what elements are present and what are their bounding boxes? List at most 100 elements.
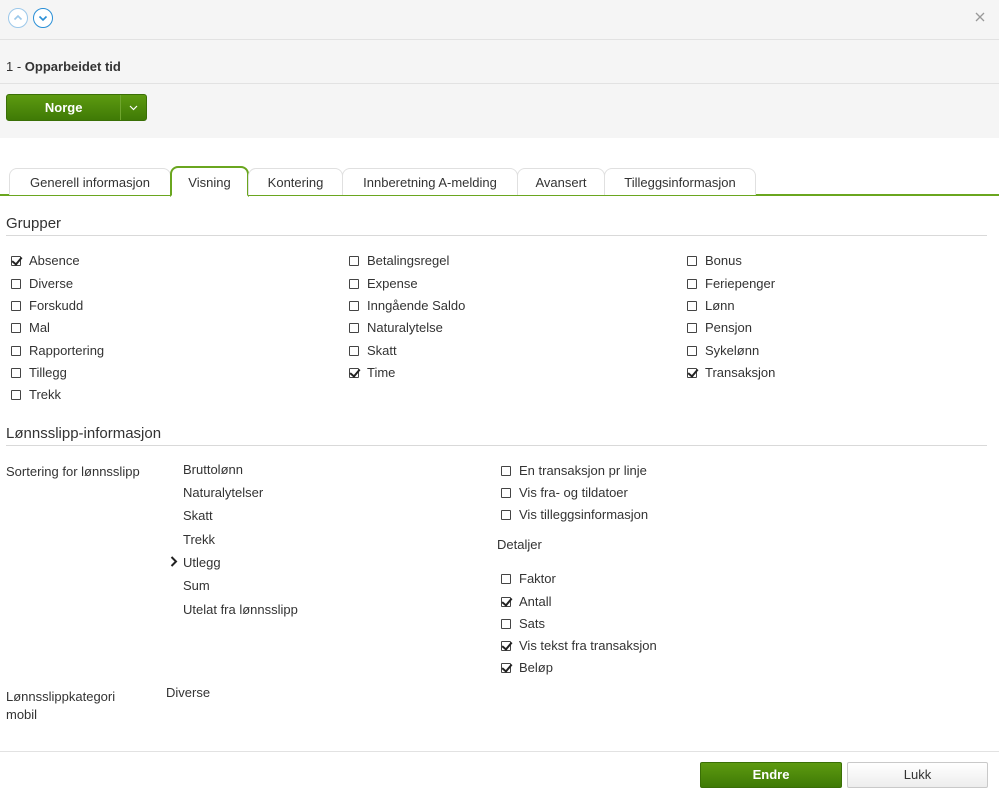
checkbox[interactable] [687, 278, 697, 289]
checkbox[interactable] [11, 300, 21, 311]
checkbox[interactable] [687, 300, 697, 311]
group-checkbox-naturalytelse[interactable]: Naturalytelse [349, 320, 443, 335]
tab-innberetning-a-melding[interactable]: Innberetning A-melding [342, 168, 518, 195]
endre-button[interactable]: Endre [700, 762, 842, 788]
group-checkbox-transaksjon[interactable]: Transaksjon [687, 365, 775, 380]
previous-record-button[interactable] [8, 8, 28, 28]
detalj-antall[interactable]: Antall [501, 594, 552, 609]
record-name: Opparbeidet tid [24, 59, 121, 74]
group-checkbox-diverse[interactable]: Diverse [11, 276, 73, 291]
checkbox[interactable] [687, 367, 697, 378]
tab-tilleggsinformasjon[interactable]: Tilleggsinformasjon [604, 168, 756, 195]
checkbox-label: En transaksjon pr linje [519, 463, 647, 478]
group-checkbox-mal[interactable]: Mal [11, 320, 50, 335]
checkbox[interactable] [11, 345, 21, 356]
checkbox[interactable] [11, 255, 21, 266]
tab-generell-informasjon[interactable]: Generell informasjon [9, 168, 171, 195]
checkbox-label: Bonus [705, 253, 742, 268]
group-checkbox-feriepenger[interactable]: Feriepenger [687, 276, 775, 291]
checkbox-label: Inngående Saldo [367, 298, 466, 313]
group-checkbox-time[interactable]: Time [349, 365, 395, 380]
checkbox[interactable] [501, 662, 511, 673]
record-number: 1 - [6, 59, 25, 74]
lukk-button[interactable]: Lukk [847, 762, 988, 788]
checkbox[interactable] [11, 278, 21, 289]
group-checkbox-pensjon[interactable]: Pensjon [687, 320, 752, 335]
group-checkbox-absence[interactable]: Absence [11, 253, 80, 268]
checkbox-label: Betalingsregel [367, 253, 450, 268]
country-split-button: Norge [6, 94, 147, 121]
checkbox[interactable] [501, 573, 511, 584]
detalj-faktor[interactable]: Faktor [501, 571, 556, 586]
checkbox[interactable] [349, 278, 359, 289]
detalj-belop[interactable]: Beløp [501, 660, 553, 675]
checkbox[interactable] [501, 487, 511, 498]
checkbox[interactable] [687, 345, 697, 356]
group-checkbox-rapportering[interactable]: Rapportering [11, 343, 104, 358]
tab-visning[interactable]: Visning [170, 166, 249, 197]
checkbox-label: Trekk [29, 387, 62, 402]
tab-bar: Generell informasjon Visning Kontering I… [0, 166, 999, 197]
grupper-heading: Grupper [6, 215, 62, 232]
checkbox-label: Pensjon [705, 320, 752, 335]
detalj-sats[interactable]: Sats [501, 616, 545, 631]
checkbox[interactable] [687, 255, 697, 266]
tab-avansert[interactable]: Avansert [517, 168, 605, 195]
checkbox[interactable] [11, 322, 21, 333]
tab-kontering[interactable]: Kontering [248, 168, 343, 195]
group-checkbox-lonn[interactable]: Lønn [687, 298, 735, 313]
group-checkbox-trekk[interactable]: Trekk [11, 387, 61, 402]
checkbox[interactable] [501, 596, 511, 607]
checkbox-label: Faktor [519, 571, 556, 586]
checkbox-label: Transaksjon [705, 365, 776, 380]
checkbox-label: Skatt [367, 343, 397, 358]
checkbox[interactable] [687, 322, 697, 333]
group-checkbox-inngaende-saldo[interactable]: Inngående Saldo [349, 298, 465, 313]
checkbox-label: Vis fra- og tildatoer [519, 485, 628, 500]
checkbox[interactable] [349, 322, 359, 333]
checkbox[interactable] [11, 389, 21, 400]
option-vis-fra-og-tildatoer[interactable]: Vis fra- og tildatoer [501, 485, 628, 500]
sort-item-skatt[interactable]: Skatt [183, 508, 213, 523]
checkbox[interactable] [501, 618, 511, 629]
sort-item-trekk[interactable]: Trekk [183, 532, 215, 547]
action-area: Norge [0, 84, 999, 138]
checkbox[interactable] [349, 367, 359, 378]
group-checkbox-forskudd[interactable]: Forskudd [11, 298, 83, 313]
sort-item-utlegg[interactable]: Utlegg [183, 555, 221, 570]
checkbox[interactable] [11, 367, 21, 378]
group-checkbox-expense[interactable]: Expense [349, 276, 418, 291]
checkbox-label: Time [367, 365, 396, 380]
checkbox-label: Rapportering [29, 343, 105, 358]
record-title-bar: 1 - Opparbeidet tid [0, 40, 999, 84]
checkbox[interactable] [501, 640, 511, 651]
group-checkbox-tillegg[interactable]: Tillegg [11, 365, 67, 380]
option-en-transaksjon-pr-linje[interactable]: En transaksjon pr linje [501, 463, 647, 478]
chevron-down-icon [38, 15, 48, 22]
detalj-vis-tekst-fra-transaksjon[interactable]: Vis tekst fra transaksjon [501, 638, 657, 653]
kategori-label-line1: Lønnsslippkategori [6, 689, 116, 704]
checkbox-label: Sats [519, 616, 546, 631]
checkbox-label: Naturalytelse [367, 320, 443, 335]
kategori-label-line2: mobil [6, 707, 38, 722]
checkbox[interactable] [349, 300, 359, 311]
group-checkbox-betalingsregel[interactable]: Betalingsregel [349, 253, 449, 268]
sort-item-sum[interactable]: Sum [183, 578, 210, 593]
country-button[interactable]: Norge [7, 95, 120, 120]
checkbox[interactable] [501, 509, 511, 520]
option-vis-tilleggsinformasjon[interactable]: Vis tilleggsinformasjon [501, 507, 648, 522]
country-dropdown-toggle[interactable] [120, 95, 146, 120]
divider [6, 445, 987, 446]
sort-item-utelat[interactable]: Utelat fra lønnsslipp [183, 602, 298, 617]
sort-item-naturalytelser[interactable]: Naturalytelser [183, 485, 263, 500]
group-checkbox-skatt[interactable]: Skatt [349, 343, 397, 358]
next-record-button[interactable] [33, 8, 53, 28]
sort-item-bruttolonn[interactable]: Bruttolønn [183, 462, 243, 477]
group-checkbox-bonus[interactable]: Bonus [687, 253, 742, 268]
kategori-value[interactable]: Diverse [166, 685, 210, 700]
checkbox[interactable] [349, 255, 359, 266]
checkbox[interactable] [501, 465, 511, 476]
checkbox[interactable] [349, 345, 359, 356]
group-checkbox-sykelonn[interactable]: Sykelønn [687, 343, 759, 358]
close-button[interactable] [973, 10, 987, 24]
